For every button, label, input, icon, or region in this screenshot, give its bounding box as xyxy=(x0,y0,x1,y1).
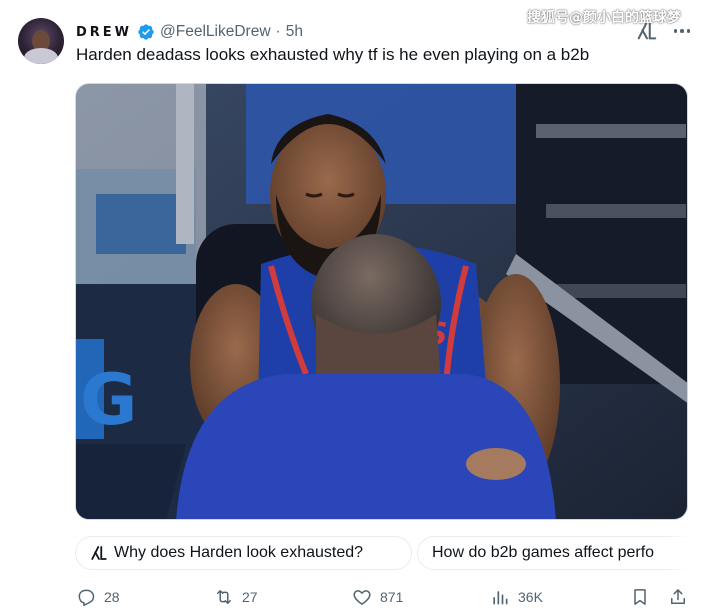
reply-button[interactable]: 28 xyxy=(76,585,120,609)
like-button[interactable]: 871 xyxy=(352,585,403,609)
display-name[interactable]: DREW xyxy=(76,25,132,40)
photo-illustration: G S 7 xyxy=(76,84,687,519)
avatar[interactable] xyxy=(18,18,64,64)
suggestion-chip[interactable]: Why does Harden look exhausted? xyxy=(75,536,412,570)
suggestion-label: How do b2b games affect perfo xyxy=(432,544,655,561)
more-icon[interactable] xyxy=(670,20,694,42)
views-count: 36K xyxy=(518,589,543,605)
reply-count: 28 xyxy=(104,589,120,605)
views-button[interactable]: 36K xyxy=(490,585,543,609)
suggestions-fade xyxy=(664,536,688,570)
verified-badge-icon xyxy=(138,24,154,40)
separator-dot: · xyxy=(275,23,281,40)
avatar-clothing xyxy=(24,48,58,64)
post-time[interactable]: 5h xyxy=(286,23,303,41)
views-icon xyxy=(493,591,508,605)
user-handle[interactable]: @FeelLikeDrew xyxy=(160,23,271,41)
share-button[interactable] xyxy=(668,585,688,609)
grok-icon[interactable] xyxy=(636,20,658,42)
bookmark-icon xyxy=(634,589,646,605)
share-icon xyxy=(671,589,685,604)
retweet-icon xyxy=(217,590,231,604)
suggestion-chip[interactable]: How do b2b games affect perfo xyxy=(417,536,688,570)
bookmark-button[interactable] xyxy=(630,585,650,609)
grok-suggestions: Why does Harden look exhausted? How do b… xyxy=(75,536,688,570)
tweet-header: DREW @FeelLikeDrew · 5h xyxy=(76,21,303,43)
reply-icon xyxy=(78,589,95,607)
tweet-photo[interactable]: G S 7 xyxy=(75,83,688,520)
suggestion-label: Why does Harden look exhausted? xyxy=(114,544,364,561)
tweet-text: Harden deadass looks exhausted why tf is… xyxy=(76,45,590,64)
grok-icon xyxy=(91,546,107,560)
action-bar: 28 27 871 36K xyxy=(76,585,696,609)
heart-icon xyxy=(353,590,371,605)
court-letter: G xyxy=(80,359,137,441)
retweet-count: 27 xyxy=(242,589,258,605)
coach-shirt xyxy=(176,374,556,519)
like-count: 871 xyxy=(380,589,404,605)
retweet-button[interactable]: 27 xyxy=(214,585,258,609)
